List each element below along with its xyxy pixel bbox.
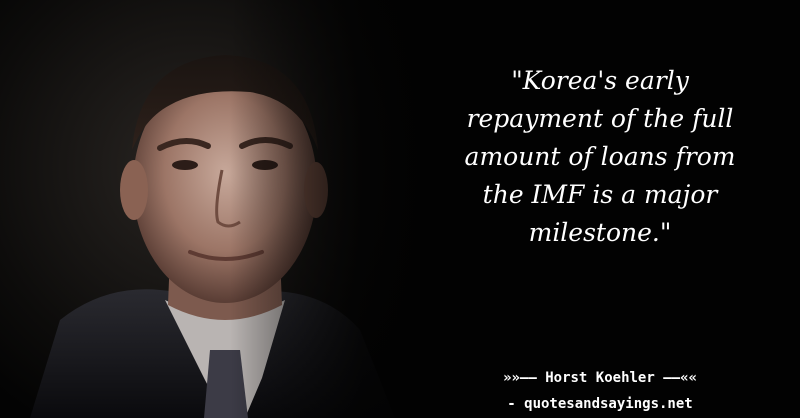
quote-line: milestone." (528, 218, 672, 247)
photo-fade-overlay (230, 0, 450, 418)
quote-author: »»–– Horst Koehler ––«« (503, 370, 697, 386)
quote-source: - quotesandsayings.net (507, 396, 693, 412)
quote-card: "Korea's early repayment of the full amo… (0, 0, 800, 418)
quote-line: "Korea's early (511, 66, 689, 95)
quote-line: repayment of the full (466, 104, 734, 133)
quote-line: amount of loans from (464, 142, 736, 171)
quote-line: the IMF is a major (482, 180, 718, 209)
quote-text: "Korea's early repayment of the full amo… (430, 62, 770, 252)
